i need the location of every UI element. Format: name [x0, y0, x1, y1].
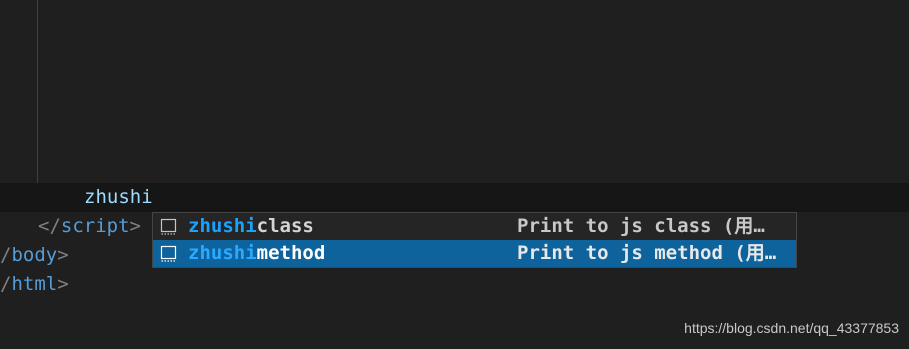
suggestion-widget: zhushiclass Print to js class (用… zhushi… [152, 212, 797, 268]
tag-open-punct: </ [38, 215, 61, 237]
tag-name: script [60, 215, 130, 237]
suggestion-item[interactable]: zhushiclass Print to js class (用… [153, 213, 796, 240]
indent-guide [37, 0, 38, 212]
code-line-script-close[interactable]: </script> [38, 212, 141, 241]
tag-name: body [11, 244, 58, 266]
suggestion-label: zhushiclass [188, 213, 314, 240]
suggestion-detail: Print to js method (用… [517, 242, 777, 264]
tag-close-punct: > [57, 244, 69, 266]
tag-open-punct: / [0, 273, 12, 295]
suggestion-detail: Print to js class (用… [517, 215, 765, 237]
tag-close-punct: > [129, 215, 141, 237]
typed-text[interactable]: zhushi [84, 183, 153, 212]
code-line-body-close[interactable]: /body> [0, 241, 69, 270]
code-editor[interactable]: zhushi </script> /body> /html> zhushicla… [0, 0, 909, 349]
tag-name: html [11, 273, 58, 295]
tag-close-punct: > [57, 273, 69, 295]
tag-open-punct: / [0, 244, 12, 266]
suggestion-label: zhushimethod [188, 240, 325, 267]
code-line-html-close[interactable]: /html> [0, 270, 69, 299]
suggestion-rest: class [256, 215, 314, 237]
snippet-icon [160, 245, 177, 262]
suggestion-rest: method [256, 242, 326, 264]
suggestion-match: zhushi [188, 242, 257, 264]
snippet-icon [160, 218, 177, 235]
watermark: https://blog.csdn.net/qq_43377853 [684, 320, 899, 336]
suggestion-item-selected[interactable]: zhushimethod Print to js method (用… [153, 240, 796, 267]
suggestion-match: zhushi [188, 215, 257, 237]
